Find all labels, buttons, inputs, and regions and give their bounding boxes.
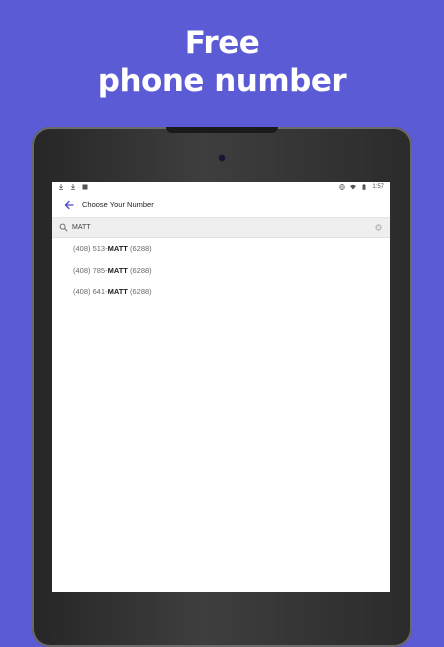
- number-prefix: (408) 513-: [73, 244, 108, 253]
- number-suffix: (6288): [127, 265, 152, 275]
- download-icon: [71, 184, 75, 190]
- number-result-item[interactable]: (408) 513-MATT (6288): [52, 238, 390, 260]
- headline: Free phone number: [0, 24, 444, 100]
- search-input[interactable]: [72, 221, 362, 234]
- number-result-item[interactable]: (408) 641-MATT (6288): [52, 281, 390, 303]
- number-match: MATT: [107, 244, 128, 253]
- search-bar: [52, 218, 390, 238]
- app-bar: Choose Your Number: [52, 193, 390, 218]
- number-result-item[interactable]: (408) 785-MATT (6288): [52, 260, 390, 282]
- status-bar: 1:57: [52, 182, 390, 193]
- headline-line-2: phone number: [97, 63, 347, 99]
- search-icon: [59, 223, 68, 232]
- tablet-notch: [166, 127, 278, 133]
- device-screen: 1:57 Choose Your Number (408) 513-MATT (…: [52, 182, 390, 592]
- number-prefix: (408) 785-: [73, 265, 108, 275]
- page-title: Choose Your Number: [82, 200, 154, 209]
- number-match: MATT: [107, 287, 128, 296]
- back-arrow-icon[interactable]: [62, 198, 76, 212]
- camera-icon: [219, 155, 225, 161]
- number-prefix: (408) 641-: [73, 287, 108, 296]
- number-suffix: (6288): [127, 244, 152, 253]
- wifi-icon: [350, 184, 357, 190]
- number-results-list: (408) 513-MATT (6288) (408) 785-MATT (62…: [52, 238, 390, 303]
- headline-line-1: Free: [184, 25, 260, 61]
- battery-icon: [362, 184, 366, 190]
- vibrate-icon: [339, 184, 345, 190]
- number-suffix: (6288): [127, 287, 152, 296]
- clear-search-icon[interactable]: [375, 224, 382, 231]
- number-match: MATT: [107, 265, 128, 275]
- download-icon: [59, 184, 63, 190]
- status-time: 1:57: [372, 184, 384, 190]
- image-icon: [82, 184, 88, 190]
